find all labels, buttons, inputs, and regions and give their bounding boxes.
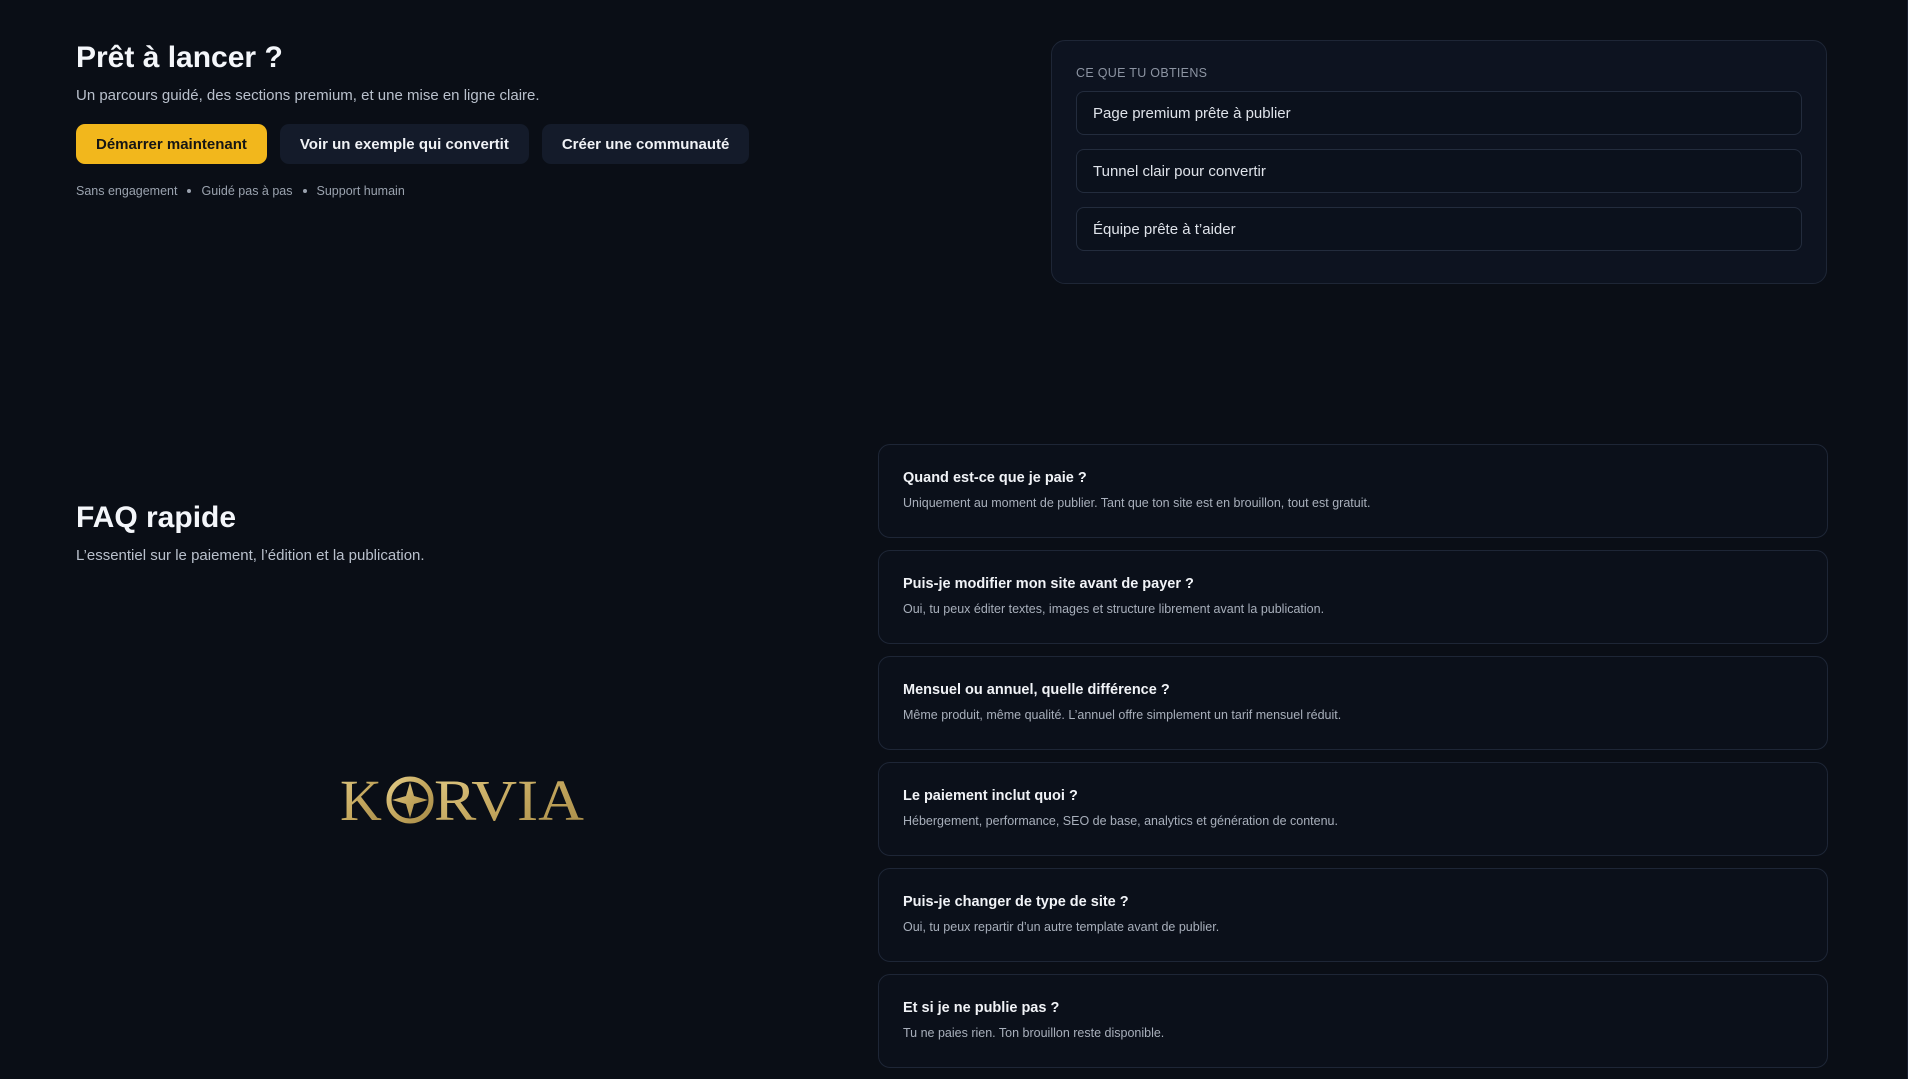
benefit-item: Tunnel clair pour convertir bbox=[1076, 149, 1802, 193]
bullet-dot-icon bbox=[302, 189, 307, 193]
faq-answer: Oui, tu peux éditer textes, images et st… bbox=[903, 602, 1325, 616]
faq-answer: Uniquement au moment de publier. Tant qu… bbox=[903, 496, 1371, 510]
faq-answer: Même produit, même qualité. L’annuel off… bbox=[903, 708, 1342, 722]
faq-list: Quand est-ce que je paie ? Uniquement au… bbox=[878, 444, 1828, 1079]
faq-item[interactable]: Et si je ne publie pas ? Tu ne paies rie… bbox=[878, 974, 1828, 1068]
benefit-item: Équipe prête à t’aider bbox=[1076, 207, 1802, 251]
benefits-card: CE QUE TU OBTIENS Page premium prête à p… bbox=[1051, 40, 1827, 284]
faq-answer: Tu ne paies rien. Ton brouillon reste di… bbox=[903, 1026, 1165, 1040]
cta-buttons: Démarrer maintenant Voir un exemple qui … bbox=[76, 124, 776, 164]
faq-title: FAQ rapide bbox=[76, 501, 237, 534]
logo-letter-left: K bbox=[340, 768, 382, 828]
perk-item: Sans engagement bbox=[76, 184, 178, 198]
korvia-logo: K RVIA bbox=[340, 768, 584, 828]
faq-question: Et si je ne publie pas ? bbox=[903, 1000, 1060, 1016]
faq-question: Puis-je changer de type de site ? bbox=[903, 894, 1129, 910]
faq-question: Quand est-ce que je paie ? bbox=[903, 470, 1087, 486]
faq-answer: Hébergement, performance, SEO de base, a… bbox=[903, 814, 1338, 828]
cta-title: Prêt à lancer ? bbox=[76, 41, 283, 74]
see-example-button[interactable]: Voir un exemple qui convertit bbox=[279, 124, 529, 164]
faq-item[interactable]: Puis-je modifier mon site avant de payer… bbox=[878, 550, 1828, 644]
faq-question: Puis-je modifier mon site avant de payer… bbox=[903, 576, 1194, 592]
cta-section: Prêt à lancer ? Un parcours guidé, des s… bbox=[76, 38, 776, 198]
logo-letters-right: RVIA bbox=[434, 768, 584, 828]
page: Prêt à lancer ? Un parcours guidé, des s… bbox=[0, 0, 1908, 1079]
create-community-button[interactable]: Créer une communauté bbox=[541, 124, 750, 164]
benefits-label: CE QUE TU OBTIENS bbox=[1076, 66, 1208, 80]
perk-item: Support humain bbox=[316, 184, 405, 198]
perk-item: Guidé pas à pas bbox=[201, 184, 293, 198]
star-icon bbox=[386, 776, 434, 824]
benefit-item: Page premium prête à publier bbox=[1076, 91, 1802, 135]
start-now-button[interactable]: Démarrer maintenant bbox=[76, 124, 267, 164]
faq-answer: Oui, tu peux repartir d’un autre templat… bbox=[903, 920, 1220, 934]
bullet-dot-icon bbox=[187, 189, 192, 193]
faq-intro: FAQ rapide L’essentiel sur le paiement, … bbox=[76, 498, 776, 566]
faq-subtitle: L’essentiel sur le paiement, l’édition e… bbox=[76, 547, 425, 564]
faq-question: Mensuel ou annuel, quelle différence ? bbox=[903, 682, 1170, 698]
perks-list: Sans engagement Guidé pas à pas Support … bbox=[76, 184, 776, 198]
faq-item[interactable]: Quand est-ce que je paie ? Uniquement au… bbox=[878, 444, 1828, 538]
faq-item[interactable]: Puis-je changer de type de site ? Oui, t… bbox=[878, 868, 1828, 962]
faq-question: Le paiement inclut quoi ? bbox=[903, 788, 1078, 804]
faq-item[interactable]: Le paiement inclut quoi ? Hébergement, p… bbox=[878, 762, 1828, 856]
cta-subtitle: Un parcours guidé, des sections premium,… bbox=[76, 87, 540, 104]
faq-item[interactable]: Mensuel ou annuel, quelle différence ? M… bbox=[878, 656, 1828, 750]
